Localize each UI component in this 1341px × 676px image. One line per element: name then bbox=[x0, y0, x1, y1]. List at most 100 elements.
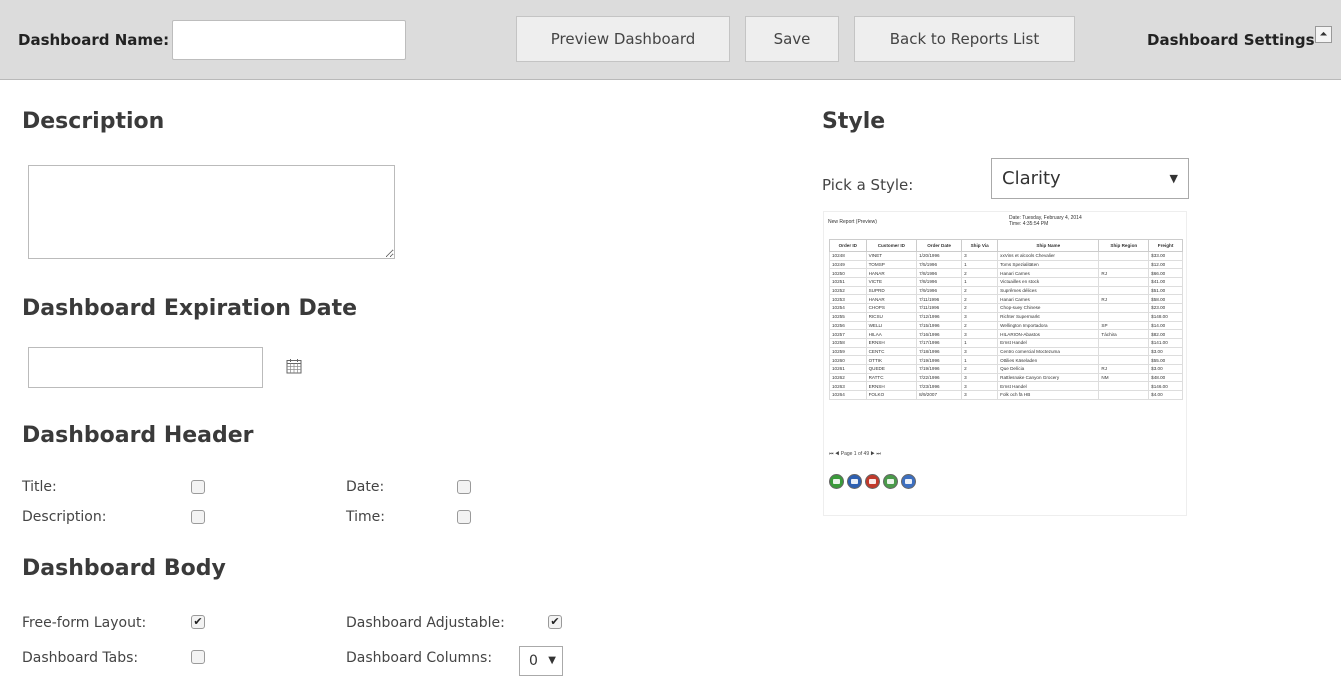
style-preview: New Report (Preview) Date: Tuesday, Febr… bbox=[823, 211, 1187, 516]
preview-table-cell: $58.00 bbox=[1148, 294, 1183, 305]
preview-table-cell: 10248 bbox=[829, 251, 867, 261]
free-form-layout-checkbox[interactable]: ✔ bbox=[191, 615, 205, 629]
preview-table-cell: 7/23/1996 bbox=[916, 381, 963, 391]
preview-table-row: 10252 SUPRD 7/9/1996 2 Suprêmes délices $51.0… bbox=[829, 285, 1183, 296]
dashboard-name-input[interactable] bbox=[172, 20, 406, 60]
title-checkbox[interactable] bbox=[191, 480, 205, 494]
preview-table-cell: 10254 bbox=[829, 303, 867, 313]
preview-table-cell: Wellington Importadora bbox=[997, 320, 1100, 331]
preview-table-cell: Toms Spezialitäten bbox=[997, 259, 1100, 270]
preview-table-cell: 2 bbox=[961, 303, 999, 313]
collapse-toggle-icon[interactable]: ⏶ bbox=[1315, 26, 1332, 43]
preview-table-cell: Ernst Handel bbox=[997, 381, 1100, 391]
description-textarea[interactable] bbox=[28, 165, 395, 259]
preview-table-cell: 1 bbox=[961, 277, 999, 287]
preview-table-cell: Rattlesnake Canyon Grocery bbox=[997, 372, 1100, 383]
word-export-icon[interactable] bbox=[847, 474, 862, 489]
dashboard-tabs-checkbox[interactable] bbox=[191, 650, 205, 664]
description-heading: Description bbox=[22, 109, 165, 134]
free-form-layout-label: Free-form Layout: bbox=[22, 615, 147, 631]
preview-table-cell: 1 bbox=[961, 337, 999, 348]
title-option-label: Title: bbox=[22, 479, 57, 495]
description-option-label: Description: bbox=[22, 509, 107, 525]
expiration-date-input[interactable] bbox=[28, 347, 263, 388]
preview-table-row: 10248 VINET 1/20/1996 3 xxVins et alcools Ch… bbox=[829, 251, 1183, 261]
preview-table-row: 10255 RICSU 7/12/1996 3 Richter Supermarkt $1… bbox=[829, 311, 1183, 322]
preview-table-cell: Ottilies Käseladen bbox=[997, 355, 1100, 365]
preview-table-cell: 7/8/1996 bbox=[916, 277, 963, 287]
pdf-export-icon[interactable] bbox=[865, 474, 880, 489]
dashboard-columns-value: 0 bbox=[529, 653, 538, 669]
preview-table-cell: 2 bbox=[961, 294, 999, 305]
preview-column-header: Freight bbox=[1148, 239, 1183, 252]
preview-table-cell bbox=[1098, 355, 1150, 365]
save-button[interactable]: Save bbox=[745, 16, 839, 62]
back-to-reports-button[interactable]: Back to Reports List bbox=[854, 16, 1075, 62]
preview-table-cell: $33.00 bbox=[1148, 251, 1183, 261]
preview-table-cell: 7/22/1996 bbox=[916, 372, 963, 383]
preview-table-cell: Ernst Handel bbox=[997, 337, 1100, 348]
calendar-icon[interactable] bbox=[286, 358, 302, 374]
preview-table-row: 10262 RATTC 7/22/1996 3 Rattlesnake Canyon G… bbox=[829, 372, 1183, 383]
preview-report-title: New Report (Preview) bbox=[828, 219, 877, 225]
preview-table-cell: SP bbox=[1098, 320, 1150, 331]
dashboard-adjustable-checkbox[interactable]: ✔ bbox=[548, 615, 562, 629]
preview-table-cell: 7/18/1996 bbox=[916, 346, 963, 357]
xml-export-icon[interactable] bbox=[901, 474, 916, 489]
csv-export-icon[interactable] bbox=[883, 474, 898, 489]
preview-table-cell bbox=[1098, 390, 1150, 400]
preview-table-row: 10254 CHOPS 7/11/1996 2 Chop-suey Chinese $23… bbox=[829, 303, 1183, 313]
preview-table-cell bbox=[1098, 346, 1150, 357]
preview-table-cell: 7/11/1996 bbox=[916, 303, 963, 313]
time-checkbox[interactable] bbox=[457, 510, 471, 524]
chevron-down-icon: ▼ bbox=[1169, 172, 1178, 185]
preview-table-cell: HILARION-Abastos bbox=[997, 329, 1100, 339]
style-heading: Style bbox=[822, 109, 886, 134]
preview-table-cell: 10257 bbox=[829, 329, 867, 339]
preview-table-cell: 7/17/1996 bbox=[916, 337, 963, 348]
preview-table-cell: VICTE bbox=[865, 277, 918, 287]
preview-table-cell: Suprêmes délices bbox=[997, 285, 1100, 296]
preview-table-cell: 3 bbox=[961, 311, 999, 322]
preview-table-cell: 10258 bbox=[829, 337, 867, 348]
preview-table-cell: ERNSH bbox=[865, 381, 918, 391]
preview-table-cell: 2 bbox=[961, 285, 999, 296]
preview-table-cell: Centro comercial Moctezuma bbox=[997, 346, 1100, 357]
preview-table-cell: 2 bbox=[961, 363, 999, 374]
style-select[interactable]: Clarity ▼ bbox=[991, 158, 1189, 199]
preview-table-row: 10258 ERNSH 7/17/1996 1 Ernst Handel $141.00 bbox=[829, 337, 1183, 348]
preview-table-cell: Que Delícia bbox=[997, 363, 1100, 374]
preview-table-cell: 10259 bbox=[829, 346, 867, 357]
preview-table-cell: 10252 bbox=[829, 285, 867, 296]
date-checkbox[interactable] bbox=[457, 480, 471, 494]
preview-table-cell: 1 bbox=[961, 259, 999, 270]
preview-table-cell: Hanari Carnes bbox=[997, 268, 1100, 279]
dashboard-name-label: Dashboard Name: bbox=[18, 31, 170, 49]
preview-table-cell: $3.00 bbox=[1148, 346, 1183, 357]
preview-table-cell: WELLI bbox=[865, 320, 918, 331]
excel-export-icon[interactable] bbox=[829, 474, 844, 489]
preview-table-cell: VINET bbox=[865, 251, 918, 261]
preview-dashboard-button[interactable]: Preview Dashboard bbox=[516, 16, 730, 62]
chevron-down-icon: ▼ bbox=[548, 655, 556, 666]
preview-table-cell: 7/5/1996 bbox=[916, 259, 963, 270]
dashboard-body-heading: Dashboard Body bbox=[22, 556, 226, 581]
preview-table-cell: 3 bbox=[961, 251, 999, 261]
preview-table-cell: 7/11/1996 bbox=[916, 294, 963, 305]
preview-table-cell: 10250 bbox=[829, 268, 867, 279]
preview-table-row: 10259 CENTC 7/18/1996 3 Centro comercial Moc… bbox=[829, 346, 1183, 357]
preview-table-cell: 8/9/2007 bbox=[916, 390, 963, 400]
description-checkbox[interactable] bbox=[191, 510, 205, 524]
preview-table-cell: 7/19/1996 bbox=[916, 363, 963, 374]
preview-column-header: Order Date bbox=[916, 239, 963, 252]
preview-table-cell: $3.00 bbox=[1148, 363, 1183, 374]
preview-table-cell: 2 bbox=[961, 268, 999, 279]
preview-table-row: 10264 FOLKO 8/9/2007 3 Folk och fä HB $4.00 bbox=[829, 390, 1183, 400]
preview-column-header: Ship Via bbox=[961, 239, 999, 252]
preview-table-cell: 7/19/1996 bbox=[916, 355, 963, 365]
preview-table-cell: NM bbox=[1098, 372, 1150, 383]
preview-table-cell: 3 bbox=[961, 346, 999, 357]
style-select-value: Clarity bbox=[1002, 168, 1061, 189]
preview-table-cell: RICSU bbox=[865, 311, 918, 322]
preview-table-cell: 10260 bbox=[829, 355, 867, 365]
